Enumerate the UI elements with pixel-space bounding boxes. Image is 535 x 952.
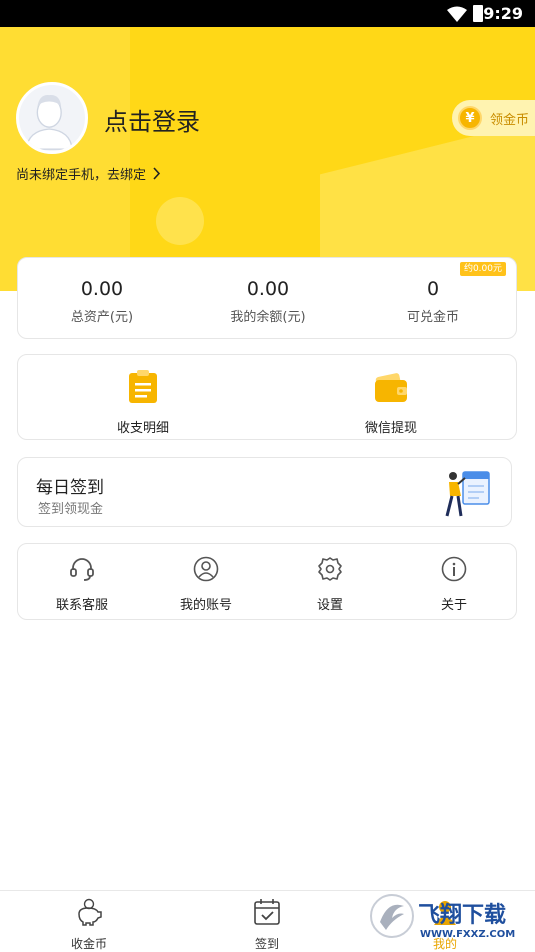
coins-stat[interactable]: 0 可兑金币 (353, 278, 513, 325)
headset-icon (70, 558, 94, 581)
tab-collect-coins[interactable]: 收金币 (29, 897, 149, 952)
profile-header (0, 27, 535, 291)
tab-label: 签到 (254, 937, 279, 951)
coin-icon: ¥ (458, 106, 482, 130)
menu-label: 设置 (316, 598, 343, 613)
settings-menu-card: 联系客服 我的账号 设置 关于 (17, 543, 517, 620)
assets-summary-card: 约0.00元 0.00 总资产(元) 0.00 我的余额(元) 0 可兑金币 (17, 257, 517, 339)
stat-value: 0 (426, 278, 440, 300)
battery-icon (473, 5, 483, 22)
calendar-check-icon (254, 899, 280, 925)
claim-coins-button[interactable]: ¥ 领金币 (452, 100, 535, 136)
site-watermark: 飞翔下载 WWW.FXXZ.COM (370, 894, 515, 940)
transaction-details-button[interactable]: 收支明细 (43, 369, 243, 436)
bind-phone-link[interactable]: 尚未绑定手机，去绑定 (16, 164, 161, 183)
header-decoration-circle (156, 197, 204, 245)
tab-signin[interactable]: 签到 (207, 897, 327, 952)
customer-service-button[interactable]: 联系客服 (22, 556, 142, 613)
daily-signin-subtitle: 签到领现金 (38, 502, 104, 517)
tab-label: 收金币 (70, 937, 107, 951)
menu-label: 联系客服 (55, 598, 108, 613)
stat-label: 我的余额(元) (230, 310, 306, 325)
wallet-actions-card: 收支明细 微信提现 (17, 354, 517, 440)
header-decoration (0, 27, 130, 291)
status-time: 9:29 (483, 4, 523, 23)
action-label: 收支明细 (116, 421, 169, 436)
avatar[interactable] (16, 82, 88, 154)
status-bar: 9:29 (0, 0, 535, 27)
daily-signin-title: 每日签到 (36, 478, 104, 498)
stat-value: 0.00 (80, 278, 124, 300)
coin-value-badge: 约0.00元 (459, 262, 506, 276)
login-link[interactable]: 点击登录 (104, 102, 200, 137)
piggy-bank-icon (78, 898, 102, 926)
wifi-icon (447, 6, 467, 22)
wallet-icon (375, 373, 407, 402)
user-icon (193, 556, 219, 582)
my-account-button[interactable]: 我的账号 (146, 556, 266, 613)
watermark-logo-text: 飞翔下载 (418, 902, 506, 928)
stat-label: 总资产(元) (70, 310, 134, 325)
menu-label: 我的账号 (179, 598, 232, 613)
gear-icon (318, 557, 342, 581)
total-assets-stat[interactable]: 0.00 总资产(元) (22, 278, 182, 325)
clipboard-icon (129, 370, 157, 403)
wechat-withdraw-button[interactable]: 微信提现 (291, 369, 491, 436)
stat-value: 0.00 (246, 278, 290, 300)
stat-label: 可兑金币 (406, 310, 459, 325)
settings-button[interactable]: 设置 (270, 556, 390, 613)
info-icon (441, 556, 467, 582)
balance-stat[interactable]: 0.00 我的余额(元) (188, 278, 348, 325)
daily-signin-card[interactable]: 每日签到 签到领现金 (17, 457, 512, 527)
chevron-right-icon (153, 167, 161, 180)
menu-label: 关于 (440, 598, 467, 613)
calendar-person-illustration (445, 471, 490, 517)
bind-phone-label: 尚未绑定手机，去绑定 (16, 168, 147, 183)
claim-coins-label: 领金币 (490, 112, 530, 128)
about-button[interactable]: 关于 (394, 556, 514, 613)
action-label: 微信提现 (364, 421, 417, 436)
default-avatar-icon (25, 95, 73, 150)
watermark-url-text: WWW.FXXZ.COM (420, 929, 515, 940)
